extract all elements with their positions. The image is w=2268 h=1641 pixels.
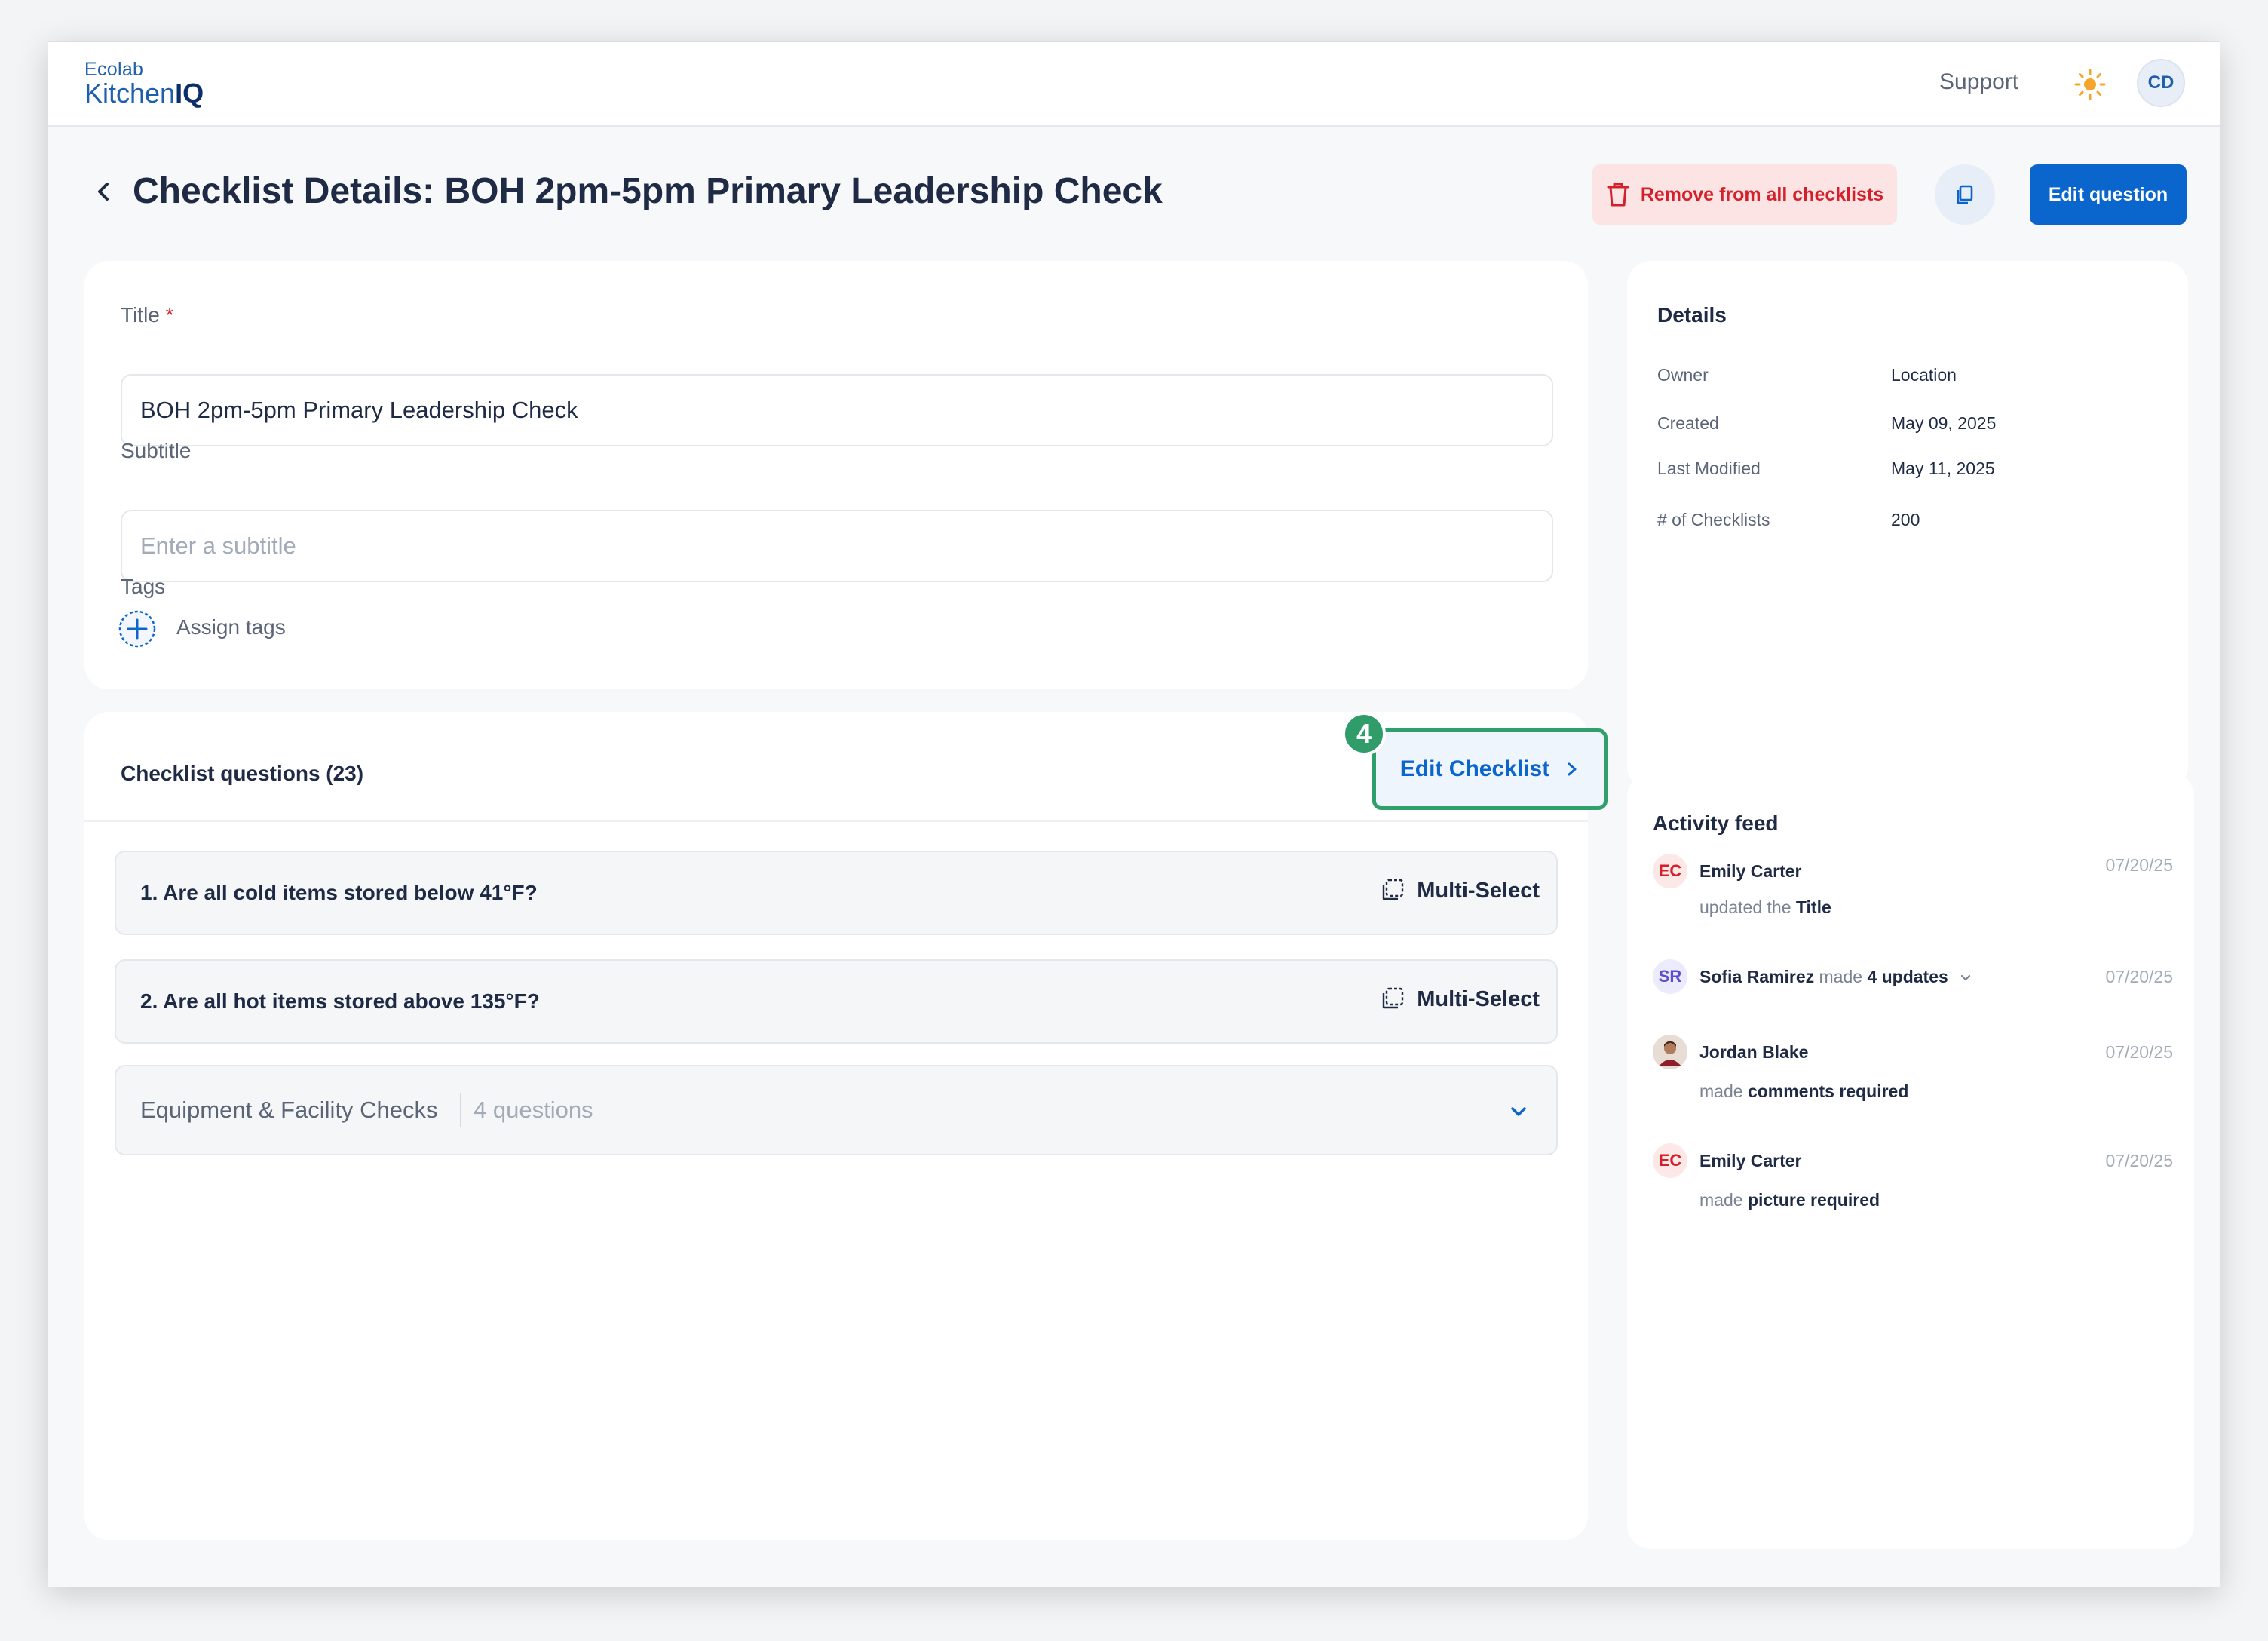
details-key: Owner xyxy=(1657,365,1709,385)
copy-icon xyxy=(1957,185,1973,204)
support-link[interactable]: Support xyxy=(1939,69,2018,95)
step-badge: 4 xyxy=(1342,712,1386,756)
required-asterisk: * xyxy=(165,303,174,327)
activity-target: picture required xyxy=(1747,1190,1880,1210)
tags-label: Tags xyxy=(121,575,166,598)
activity-date: 07/20/25 xyxy=(2105,855,2173,875)
title-label-text: Title xyxy=(121,303,160,327)
edit-question-button[interactable]: Edit question xyxy=(2030,164,2187,225)
details-key: # of Checklists xyxy=(1657,510,1770,529)
logo-brand: Ecolab xyxy=(84,59,144,80)
duplicate-button[interactable] xyxy=(1935,164,1995,225)
section-title: Equipment & Facility Checks xyxy=(140,1097,438,1123)
chevron-right-icon xyxy=(1568,762,1577,776)
app-window: Ecolab KitchenIQ Support CD Checklist De… xyxy=(48,42,2220,1587)
activity-target: comments required xyxy=(1747,1081,1909,1101)
details-value: Location xyxy=(1891,365,1957,385)
question-row[interactable]: 1. Are all cold items stored below 41°F?… xyxy=(115,851,1558,935)
question-row[interactable]: 2. Are all hot items stored above 135°F?… xyxy=(115,959,1558,1044)
details-value: 200 xyxy=(1891,510,1920,529)
avatar: EC xyxy=(1653,1143,1687,1178)
subtitle-input[interactable]: Enter a subtitle xyxy=(121,510,1553,582)
details-key: Last Modified xyxy=(1657,459,1761,478)
activity-action: updated the xyxy=(1699,897,1791,917)
activity-user-name-text: Sofia Ramirez xyxy=(1699,967,1815,986)
section-question-count: 4 questions xyxy=(474,1097,593,1123)
edit-checklist-button[interactable]: Edit Checklist xyxy=(1372,728,1608,810)
question-text: 2. Are all hot items stored above 135°F? xyxy=(140,989,540,1013)
chevron-down-icon[interactable] xyxy=(1505,1098,1532,1125)
avatar: EC xyxy=(1653,854,1687,888)
activity-user-name: Emily Carter xyxy=(1699,1151,1802,1170)
details-title: Details xyxy=(1657,303,1727,327)
multi-select-icon xyxy=(1383,879,1404,900)
activity-target: Title xyxy=(1795,897,1831,917)
question-type-label: Multi-Select xyxy=(1417,986,1540,1011)
header-divider xyxy=(84,820,1588,822)
chevron-down-icon[interactable] xyxy=(1957,970,1974,986)
title-input[interactable]: BOH 2pm-5pm Primary Leadership Check xyxy=(121,374,1553,446)
question-type: Multi-Select xyxy=(1379,878,1540,903)
activity-description: updated the Title xyxy=(1699,897,1831,918)
question-form-card: Title * BOH 2pm-5pm Primary Leadership C… xyxy=(84,261,1588,689)
checklist-questions-header: Checklist questions (23) xyxy=(121,762,364,785)
logo-product: KitchenIQ xyxy=(84,80,204,107)
kitcheniq-logo[interactable]: Ecolab KitchenIQ xyxy=(84,59,204,107)
activity-feed-title: Activity feed xyxy=(1653,811,1779,835)
activity-action: made xyxy=(1819,967,1863,986)
sun-icon[interactable] xyxy=(2073,68,2107,101)
checklist-questions-card: Checklist questions (23) Edit Checklist … xyxy=(84,712,1608,1540)
top-navigation-bar: Ecolab KitchenIQ Support CD xyxy=(48,42,2220,127)
multi-select-icon xyxy=(1383,987,1404,1009)
question-type-label: Multi-Select xyxy=(1417,878,1540,903)
user-photo-icon xyxy=(1653,1035,1687,1069)
activity-date: 07/20/25 xyxy=(2105,1042,2173,1062)
page-title: Checklist Details: BOH 2pm-5pm Primary L… xyxy=(133,171,1163,211)
activity-user-name: Emily Carter xyxy=(1699,861,1802,881)
activity-action: made xyxy=(1699,1081,1743,1101)
logo-product-suffix: IQ xyxy=(175,78,204,109)
details-key: Created xyxy=(1657,413,1719,433)
details-value: May 09, 2025 xyxy=(1891,413,1997,433)
activity-date: 07/20/25 xyxy=(2105,1151,2173,1170)
question-section-row[interactable]: Equipment & Facility Checks 4 questions xyxy=(115,1065,1558,1155)
avatar xyxy=(1653,1035,1687,1069)
activity-feed-card: Activity feed EC Emily Carter updated th… xyxy=(1627,772,2194,1549)
edit-checklist-label: Edit Checklist xyxy=(1399,756,1550,781)
activity-description: made comments required xyxy=(1699,1081,1908,1102)
details-card: Details Owner Location Created May 09, 2… xyxy=(1627,261,2188,790)
activity-description: made picture required xyxy=(1699,1190,1880,1210)
activity-user-name: Jordan Blake xyxy=(1699,1042,1809,1062)
title-label: Title * xyxy=(121,303,174,327)
question-type: Multi-Select xyxy=(1379,986,1540,1012)
remove-button-label: Remove from all checklists xyxy=(1640,183,1884,205)
activity-date: 07/20/25 xyxy=(2105,967,2173,986)
avatar: SR xyxy=(1653,959,1687,994)
remove-from-all-checklists-button[interactable]: Remove from all checklists xyxy=(1592,164,1897,225)
details-value: May 11, 2025 xyxy=(1891,459,1995,478)
logo-product-prefix: Kitchen xyxy=(84,78,176,109)
subtitle-label: Subtitle xyxy=(121,439,192,462)
activity-user-name[interactable]: Sofia Ramirez made 4 updates xyxy=(1699,967,1974,987)
user-avatar[interactable]: CD xyxy=(2137,59,2185,107)
activity-action: made xyxy=(1699,1190,1743,1210)
section-separator xyxy=(460,1093,461,1127)
add-tag-icon[interactable] xyxy=(118,609,157,649)
trash-icon xyxy=(1607,183,1629,207)
activity-update-count: 4 updates xyxy=(1867,967,1948,986)
back-arrow-icon[interactable] xyxy=(90,176,118,207)
question-text: 1. Are all cold items stored below 41°F? xyxy=(140,881,538,904)
assign-tags-link[interactable]: Assign tags xyxy=(176,615,286,640)
